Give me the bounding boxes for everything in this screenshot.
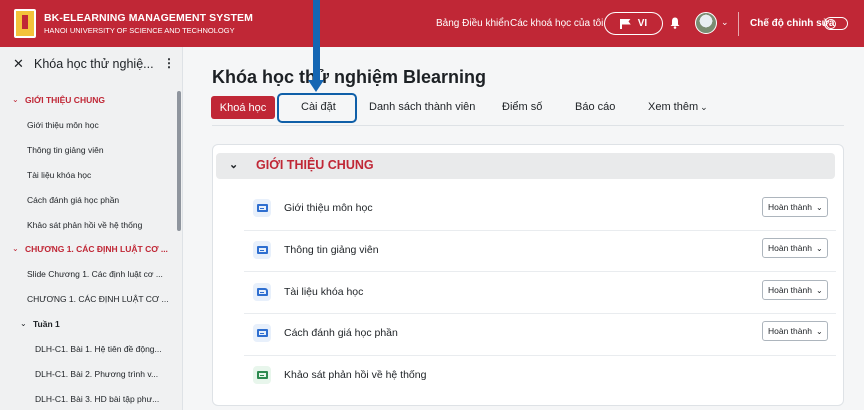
- completion-dropdown[interactable]: Hoàn thành ⌄: [762, 238, 828, 258]
- tab-reports[interactable]: Báo cáo: [575, 101, 615, 113]
- sidebar-item[interactable]: CHƯƠNG 1. CÁC ĐỊNH LUẬT CƠ ...: [27, 294, 169, 304]
- tab-more[interactable]: Xem thêm ⌄: [648, 101, 708, 113]
- activity-link[interactable]: Tài liệu khóa học: [284, 286, 363, 298]
- language-label: VI: [637, 18, 648, 29]
- kebab-menu-icon[interactable]: ⋮: [163, 56, 175, 70]
- bell-icon[interactable]: [670, 17, 680, 29]
- tab-course[interactable]: Khoá học: [211, 96, 275, 119]
- page-icon: [253, 241, 271, 259]
- flag-icon: [619, 18, 631, 29]
- chevron-down-icon[interactable]: ⌄: [721, 17, 729, 28]
- sidebar-section[interactable]: GIỚI THIỆU CHUNG: [25, 95, 105, 105]
- chevron-down-icon[interactable]: ⌄: [20, 319, 27, 328]
- scrollbar[interactable]: [177, 91, 181, 231]
- row-divider: [244, 355, 836, 356]
- close-icon[interactable]: ✕: [13, 56, 24, 72]
- sidebar-item[interactable]: Giới thiệu môn học: [27, 120, 99, 130]
- tab-settings[interactable]: Cài đặt: [301, 101, 336, 113]
- page-title: Khóa học thử nghiệm Blearning: [212, 67, 487, 87]
- sidebar-item[interactable]: Thông tin giảng viên: [27, 145, 104, 155]
- chevron-down-icon: ⌄: [815, 285, 823, 295]
- sidebar-item[interactable]: Cách đánh giá học phần: [27, 195, 119, 205]
- page-icon: [253, 199, 271, 217]
- edit-mode-label: Chế độ chỉnh sửa: [750, 18, 835, 29]
- chevron-down-icon[interactable]: ⌄: [12, 95, 19, 104]
- chevron-down-icon: ⌄: [700, 102, 708, 112]
- activity-link[interactable]: Cách đánh giá học phần: [284, 327, 398, 339]
- brand[interactable]: BK-ELEARNING MANAGEMENT SYSTEM HANOI UNI…: [44, 12, 253, 35]
- edit-mode-toggle[interactable]: [824, 17, 848, 30]
- completion-dropdown[interactable]: Hoàn thành ⌄: [762, 321, 828, 341]
- sidebar-subsection[interactable]: Tuần 1: [33, 319, 60, 329]
- folder-icon: [253, 283, 271, 301]
- tab-grades[interactable]: Điểm số: [502, 101, 542, 113]
- pointer-arrow-icon: [308, 80, 324, 92]
- navbar-divider: [738, 12, 739, 36]
- my-courses-link[interactable]: Các khoá học của tôi: [510, 18, 603, 29]
- row-divider: [244, 230, 836, 231]
- brand-title: BK-ELEARNING MANAGEMENT SYSTEM: [44, 12, 253, 24]
- sidebar-section[interactable]: CHƯƠNG 1. CÁC ĐỊNH LUẬT CƠ ...: [25, 244, 168, 254]
- activity-link[interactable]: Khảo sát phản hồi về hệ thống: [284, 369, 426, 381]
- sidebar-item[interactable]: Tài liệu khóa học: [27, 170, 91, 180]
- sidebar-subitem[interactable]: DLH-C1. Bài 1. Hệ tiên đề động...: [35, 344, 162, 354]
- activity-link[interactable]: Giới thiệu môn học: [284, 202, 373, 214]
- avatar[interactable]: [695, 12, 717, 34]
- completion-label: Hoàn thành: [768, 202, 812, 212]
- university-logo-icon[interactable]: [14, 9, 36, 38]
- completion-dropdown[interactable]: Hoàn thành ⌄: [762, 197, 828, 217]
- sidebar-subitem[interactable]: DLH-C1. Bài 3. HD bài tập phư...: [35, 394, 159, 404]
- page-icon: [253, 324, 271, 342]
- completion-dropdown[interactable]: Hoàn thành ⌄: [762, 280, 828, 300]
- chevron-down-icon: ⌄: [815, 243, 823, 253]
- chevron-down-icon: ⌄: [815, 326, 823, 336]
- row-divider: [244, 313, 836, 314]
- completion-label: Hoàn thành: [768, 285, 812, 295]
- completion-label: Hoàn thành: [768, 243, 812, 253]
- chevron-down-icon[interactable]: ⌄: [12, 244, 19, 253]
- activity-link[interactable]: Thông tin giảng viên: [284, 244, 379, 256]
- tab-divider: [212, 125, 844, 126]
- feedback-icon: [253, 366, 271, 384]
- tab-more-label: Xem thêm: [648, 101, 699, 113]
- completion-label: Hoàn thành: [768, 326, 812, 336]
- drawer-header: ✕ Khóa học thử nghiệ... ⋮: [0, 47, 182, 81]
- pointer-arrow-shaft: [313, 0, 320, 82]
- top-navbar: BK-ELEARNING MANAGEMENT SYSTEM HANOI UNI…: [0, 0, 864, 47]
- sidebar-subitem[interactable]: DLH-C1. Bài 2. Phương trình v...: [35, 369, 158, 379]
- sidebar-item[interactable]: Khảo sát phản hồi về hệ thống: [27, 220, 142, 230]
- section-title[interactable]: GIỚI THIỆU CHUNG: [256, 158, 374, 172]
- language-button[interactable]: VI: [604, 12, 663, 35]
- chevron-down-icon: ⌄: [815, 202, 823, 212]
- dashboard-link[interactable]: Bảng Điều khiển: [436, 18, 509, 29]
- sidebar-item[interactable]: Slide Chương 1. Các định luật cơ ...: [27, 269, 163, 279]
- tab-participants[interactable]: Danh sách thành viên: [369, 101, 475, 113]
- drawer-title: Khóa học thử nghiệ...: [34, 57, 154, 71]
- row-divider: [244, 271, 836, 272]
- chevron-down-icon[interactable]: ⌄: [229, 158, 238, 171]
- course-index-drawer: ✕ Khóa học thử nghiệ... ⋮ ⌄ GIỚI THIỆU C…: [0, 47, 183, 410]
- section-card: [212, 144, 844, 406]
- brand-subtitle: HANOI UNIVERSITY OF SCIENCE AND TECHNOLO…: [44, 26, 235, 35]
